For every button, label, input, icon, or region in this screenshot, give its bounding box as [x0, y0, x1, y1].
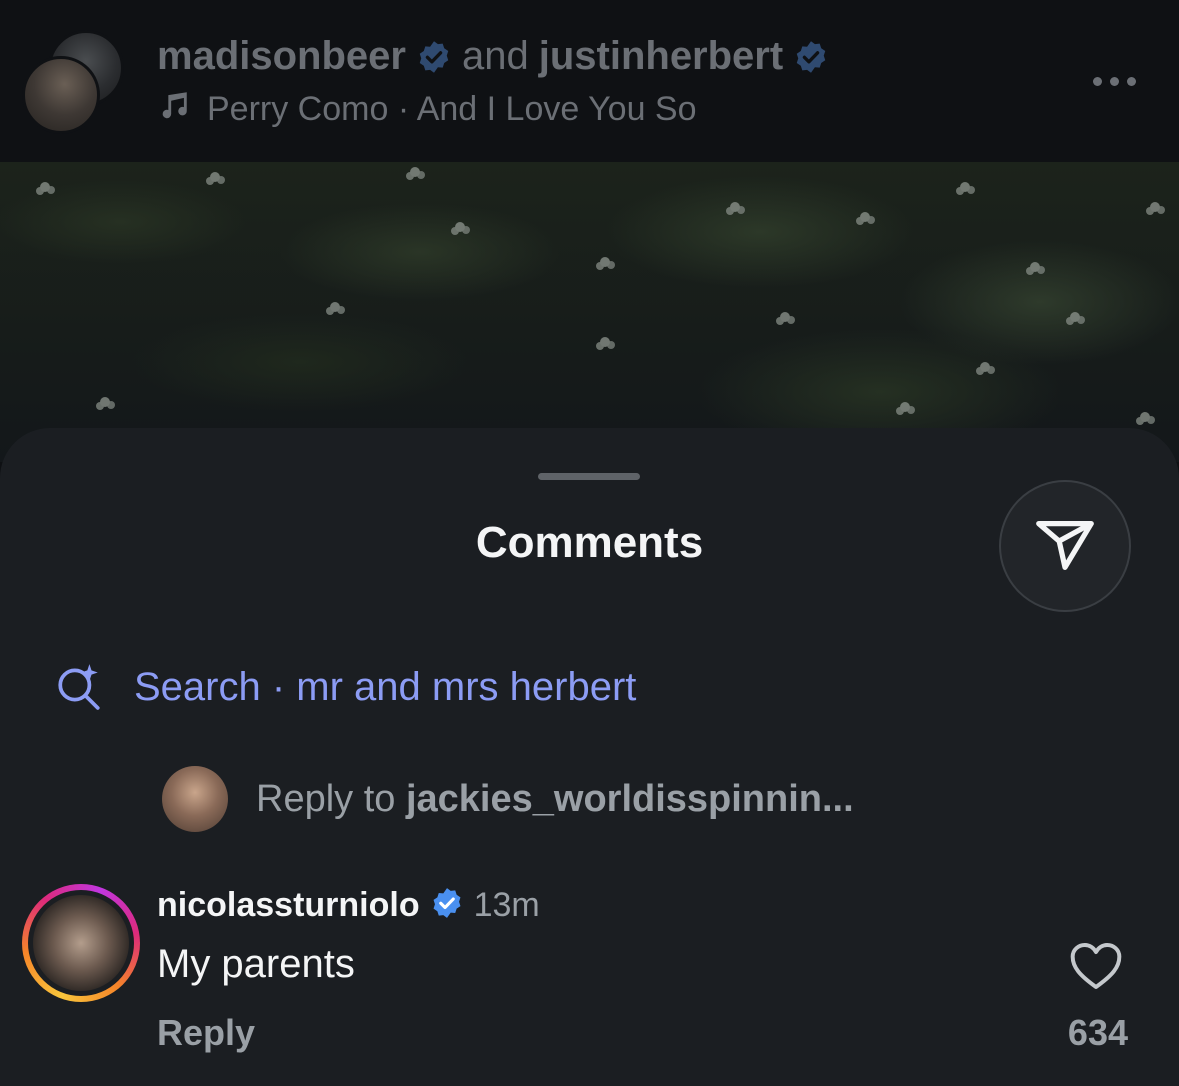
header-title: madisonbeer and justinherbert: [157, 34, 829, 79]
verified-badge-icon: [430, 886, 464, 925]
comment-header: nicolassturniolo 13m: [157, 886, 540, 925]
verified-badge-icon: [416, 39, 452, 75]
post-header: madisonbeer and justinherbert Perry Como…: [0, 0, 1179, 162]
music-track: Perry Como · And I Love You So: [207, 90, 697, 128]
header-user1[interactable]: madisonbeer: [157, 34, 406, 79]
send-icon: [1030, 509, 1100, 584]
header-user2[interactable]: justinherbert: [539, 34, 783, 79]
reply-to-row[interactable]: Reply to jackies_worldisspinnin...: [162, 766, 854, 832]
comment-item: nicolassturniolo 13m My parents Reply 63…: [0, 880, 1179, 1080]
send-button[interactable]: [999, 480, 1131, 612]
like-count: 634: [1067, 1012, 1128, 1053]
heart-icon[interactable]: [1068, 940, 1124, 992]
comment-search[interactable]: Search · mr and mrs herbert: [54, 660, 636, 715]
story-ring[interactable]: [22, 884, 140, 1002]
music-note-icon: [157, 88, 191, 131]
more-icon[interactable]: [1086, 64, 1142, 98]
avatar[interactable]: [33, 895, 129, 991]
post-media: [0, 162, 1179, 462]
header-conjunction: and: [461, 34, 529, 78]
verified-badge-icon: [793, 39, 829, 75]
ai-search-icon: [54, 660, 104, 715]
comment-text: My parents: [157, 942, 355, 986]
reply-to-user: jackies_worldisspinnin...: [405, 777, 854, 820]
avatar[interactable]: [162, 766, 228, 832]
sheet-drag-handle[interactable]: [538, 473, 640, 480]
comment-time: 13m: [473, 886, 540, 924]
collab-avatars[interactable]: [22, 30, 124, 134]
reply-to-text: Reply to jackies_worldisspinnin...: [256, 777, 854, 820]
comment-username[interactable]: nicolassturniolo: [157, 886, 420, 925]
avatar-madisonbeer[interactable]: [22, 56, 100, 134]
comments-sheet: Comments Search · mr and mrs herbert Rep…: [0, 428, 1179, 1086]
music-info[interactable]: Perry Como · And I Love You So: [157, 88, 697, 131]
reply-button[interactable]: Reply: [157, 1012, 255, 1054]
search-label: Search · mr and mrs herbert: [134, 665, 637, 709]
